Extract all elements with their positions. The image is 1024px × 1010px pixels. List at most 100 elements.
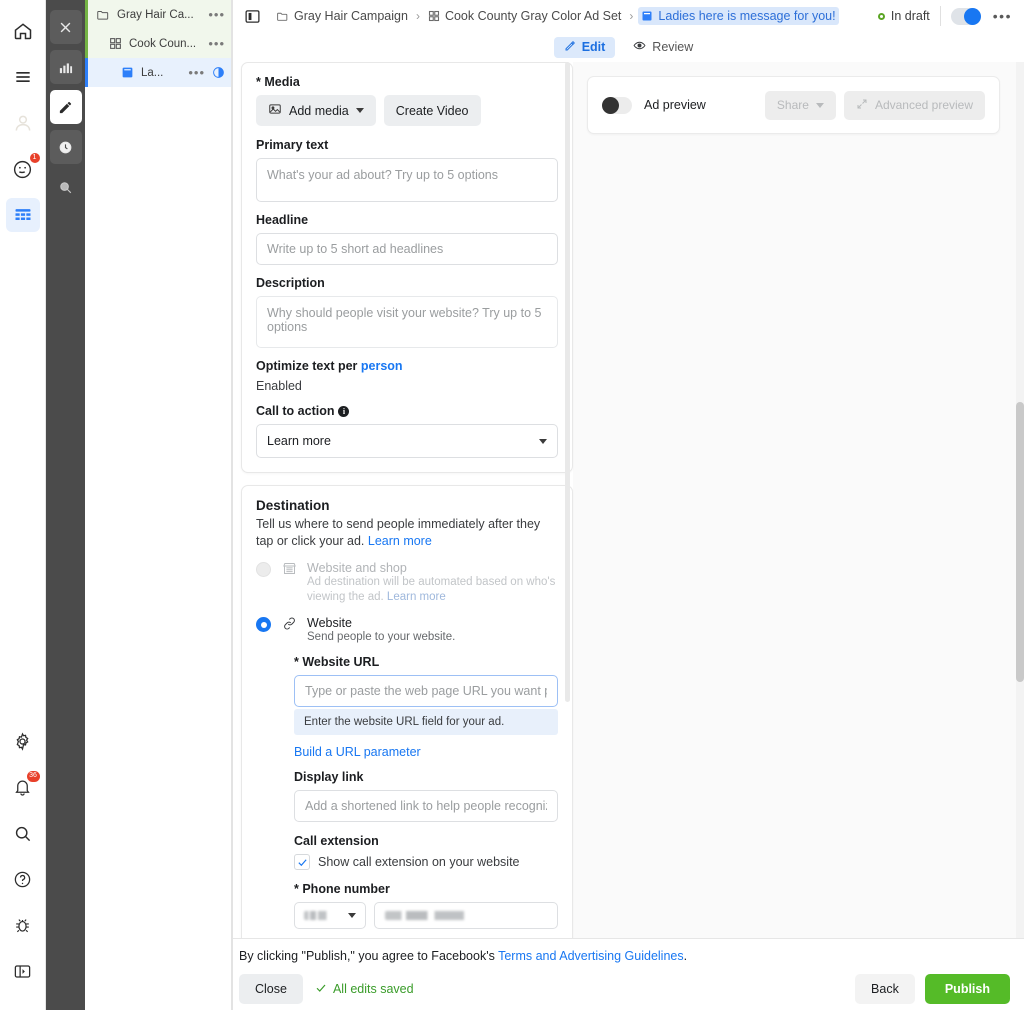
primary-text-input[interactable]: [256, 158, 558, 202]
toggle-knob: [963, 7, 981, 25]
page-scrollbar-thumb[interactable]: [1016, 402, 1024, 682]
primary-text-label: Primary text: [256, 138, 329, 152]
destination-option-website[interactable]: Website Send people to your website.: [256, 615, 558, 645]
call-extension-checkbox[interactable]: [294, 854, 310, 870]
create-video-button[interactable]: Create Video: [383, 95, 481, 126]
destination-option-website-and-shop[interactable]: Website and shop Ad destination will be …: [256, 560, 558, 605]
link-icon: [280, 616, 298, 631]
destination-title: Destination: [256, 498, 330, 513]
gear-icon[interactable]: [6, 724, 40, 758]
tree-row-campaign[interactable]: Gray Hair Ca... •••: [85, 0, 231, 29]
radio-website[interactable]: [256, 617, 271, 632]
headline-label: Headline: [256, 213, 309, 227]
add-media-label: Add media: [289, 103, 349, 118]
phone-number-value: [385, 911, 477, 920]
website-url-hint: Enter the website URL field for your ad.: [294, 709, 558, 735]
share-button[interactable]: Share: [764, 90, 836, 120]
menu-icon[interactable]: [6, 60, 40, 94]
grid-icon: [428, 10, 440, 22]
tree-row-more-button[interactable]: •••: [208, 36, 225, 51]
topbar-more-button[interactable]: •••: [991, 8, 1014, 24]
call-to-action-block: Call to action i Learn more: [256, 404, 558, 458]
home-icon[interactable]: [6, 14, 40, 48]
clock-icon[interactable]: [49, 130, 82, 164]
tab-review[interactable]: Review: [623, 36, 703, 58]
pencil-icon: [564, 40, 576, 55]
breadcrumb-adset-label: Cook County Gray Color Ad Set: [444, 9, 622, 23]
ad-icon: [641, 10, 653, 22]
call-extension-row[interactable]: Show call extension on your website: [294, 854, 558, 870]
face-icon-badge: 1: [29, 153, 40, 163]
bar-chart-icon[interactable]: [49, 50, 82, 84]
terms-link[interactable]: Terms and Advertising Guidelines: [498, 949, 684, 963]
breadcrumb-campaign-label: Gray Hair Campaign: [294, 9, 408, 23]
back-button[interactable]: Back: [855, 974, 915, 1004]
website-url-input[interactable]: [294, 675, 558, 707]
close-button[interactable]: Close: [239, 974, 303, 1004]
display-link-input[interactable]: [294, 790, 558, 822]
table-icon[interactable]: [5, 198, 40, 232]
destination-learn-more-link[interactable]: Learn more: [368, 534, 432, 548]
ad-preview-toggle[interactable]: [602, 96, 632, 114]
call-to-action-value: Learn more: [267, 434, 331, 448]
optimize-text-link[interactable]: person: [361, 359, 403, 373]
phone-number-input[interactable]: [374, 902, 558, 929]
tab-edit[interactable]: Edit: [553, 36, 616, 58]
breadcrumb-ad[interactable]: Ladies here is message for you!: [638, 7, 839, 25]
form-scrollbar-thumb[interactable]: [565, 62, 570, 702]
call-extension-label: Call extension: [294, 834, 379, 848]
option-learn-more-link[interactable]: Learn more: [387, 591, 446, 603]
contrast-icon[interactable]: [212, 66, 225, 79]
user-icon[interactable]: [6, 106, 40, 140]
toggle-knob: [602, 96, 619, 114]
breadcrumb-campaign[interactable]: Gray Hair Campaign: [273, 7, 411, 25]
media-buttons: Add media Create Video: [256, 95, 558, 126]
saved-status: All edits saved: [315, 982, 414, 997]
page-scrollbar[interactable]: [1016, 62, 1024, 1010]
tree-row-ad[interactable]: La... •••: [85, 58, 231, 87]
footer-terms-suffix: .: [683, 949, 688, 963]
app-root: 1 36 Gray Hair Ca... ••• Cook Coun... ••…: [0, 0, 1024, 1010]
help-icon[interactable]: [6, 862, 40, 896]
panel-toggle-icon[interactable]: [241, 5, 263, 27]
grid-icon: [107, 36, 123, 52]
info-icon[interactable]: i: [338, 406, 350, 417]
face-icon[interactable]: 1: [6, 152, 40, 186]
radio-website-and-shop[interactable]: [256, 562, 271, 577]
search-icon[interactable]: [6, 816, 40, 850]
option-title: Website: [307, 616, 352, 630]
panel-layout-icon[interactable]: [6, 954, 40, 988]
breadcrumb-separator: ›: [629, 9, 634, 23]
phone-country-code-select[interactable]: [294, 902, 366, 929]
phone-number-row: [294, 902, 558, 929]
folder-icon: [95, 7, 111, 23]
call-to-action-select[interactable]: Learn more: [256, 424, 558, 458]
ad-active-toggle[interactable]: [950, 7, 981, 25]
description-input[interactable]: [256, 296, 558, 348]
option-body: Website and shop Ad destination will be …: [307, 560, 558, 605]
tree-row-adset[interactable]: Cook Coun... •••: [85, 29, 231, 58]
option-desc: Ad destination will be automated based o…: [307, 575, 558, 605]
add-media-button[interactable]: Add media: [256, 95, 376, 126]
build-url-parameter-link[interactable]: Build a URL parameter: [294, 745, 558, 759]
search-zoom-icon[interactable]: [50, 170, 82, 204]
shop-icon: [280, 561, 298, 576]
call-to-action-label: Call to action i: [256, 404, 558, 418]
advanced-preview-button[interactable]: Advanced preview: [843, 90, 985, 120]
tree-row-stripe: [85, 0, 88, 29]
bug-icon[interactable]: [6, 908, 40, 942]
breadcrumb-separator: ›: [415, 9, 420, 23]
tree-row-more-button[interactable]: •••: [208, 7, 225, 22]
headline-input[interactable]: [256, 233, 558, 265]
bell-icon[interactable]: 36: [6, 770, 40, 804]
pencil-icon[interactable]: [49, 90, 82, 124]
publish-button[interactable]: Publish: [924, 974, 1010, 1004]
advanced-preview-label: Advanced preview: [874, 98, 973, 112]
breadcrumb-adset[interactable]: Cook County Gray Color Ad Set: [425, 7, 624, 25]
tree-row-more-button[interactable]: •••: [188, 65, 205, 80]
form-scrollbar[interactable]: [565, 62, 571, 1010]
close-icon[interactable]: [49, 10, 82, 44]
breadcrumb-ad-label: Ladies here is message for you!: [658, 9, 836, 23]
tree-row-label: Cook Coun...: [129, 37, 197, 50]
tree-row-label: Gray Hair Ca...: [117, 8, 194, 21]
